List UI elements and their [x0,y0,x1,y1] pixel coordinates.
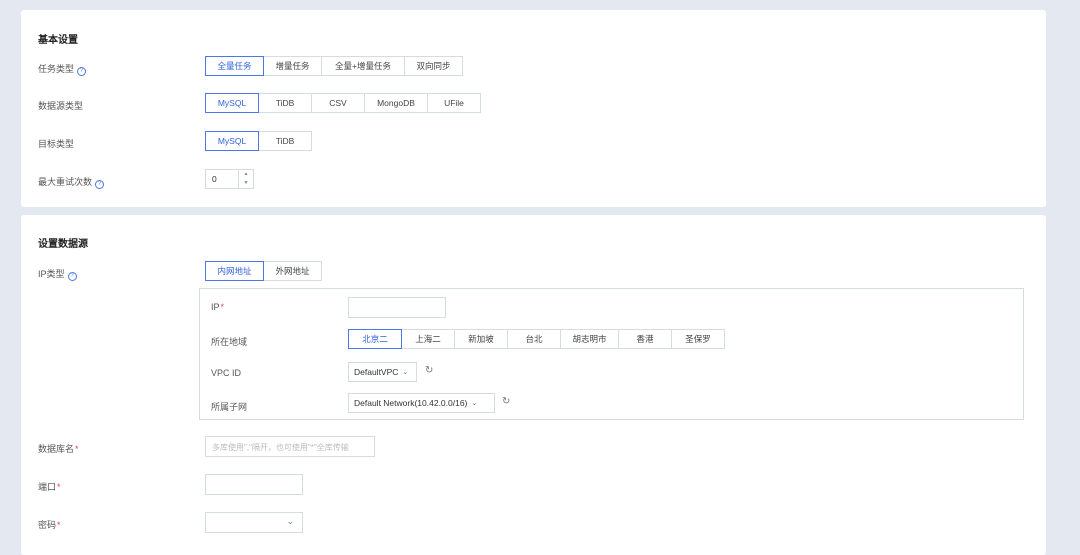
help-icon[interactable]: ? [67,272,77,281]
source-type-selector: MySQL TiDB CSV MongoDB UFile [205,93,481,113]
task-type-option-bidirectional[interactable]: 双向同步 [404,56,463,76]
vpc-select[interactable]: DefaultVPC ⌄ [348,362,417,382]
ip-type-option-internal[interactable]: 内网地址 [205,261,264,281]
region-option-beijing2[interactable]: 北京二 [348,329,402,349]
password-label: 密码* [38,520,61,530]
ip-type-label: IP类型? [38,267,77,281]
data-source-card: 设置数据源 IP类型? 内网地址 外网地址 IP* 所在地域 北京二 上海二 新… [21,215,1046,555]
region-option-hochiminh[interactable]: 胡志明市 [560,329,619,349]
region-option-singapore[interactable]: 新加坡 [454,329,508,349]
task-type-option-full-incremental[interactable]: 全量+增量任务 [321,56,405,76]
refresh-icon[interactable]: ↻ [502,396,510,407]
target-type-label: 目标类型 [38,139,75,149]
database-placeholder: 多库使用","隔开，也可使用"*"全库传输 [212,443,349,452]
database-label: 数据库名* [38,444,79,454]
task-type-option-full[interactable]: 全量任务 [205,56,264,76]
max-retry-stepper[interactable]: 0 ▲ ▼ [205,169,254,189]
region-option-saopaulo[interactable]: 圣保罗 [671,329,725,349]
task-type-option-incremental[interactable]: 增量任务 [263,56,322,76]
subnet-value: Default Network(10.42.0.0/16) [354,398,468,408]
help-icon[interactable]: ? [95,180,105,189]
help-icon[interactable]: ? [77,67,87,76]
basic-settings-card: 基本设置 任务类型? 全量任务 增量任务 全量+增量任务 双向同步 数据源类型 … [21,10,1046,207]
increment-icon[interactable]: ▲ [239,170,253,179]
max-retry-label: 最大重试次数? [38,175,105,189]
database-input[interactable]: 多库使用","隔开，也可使用"*"全库传输 [205,436,375,457]
password-input[interactable]: ⌄ [205,512,303,533]
source-type-option-ufile[interactable]: UFile [427,93,481,113]
region-selector: 北京二 上海二 新加坡 台北 胡志明市 香港 圣保罗 [348,329,725,349]
source-type-option-mongodb[interactable]: MongoDB [364,93,428,113]
internal-network-panel: IP* 所在地域 北京二 上海二 新加坡 台北 胡志明市 香港 圣保罗 VPC … [199,288,1024,420]
chevron-down-icon: ⌄ [402,369,409,376]
max-retry-value[interactable]: 0 [212,174,217,184]
vpc-value: DefaultVPC [354,367,399,377]
source-type-option-tidb[interactable]: TiDB [258,93,312,113]
target-type-option-mysql[interactable]: MySQL [205,131,259,151]
ip-type-option-external[interactable]: 外网地址 [263,261,322,281]
task-type-label: 任务类型? [38,62,87,76]
subnet-label: 所属子网 [211,402,248,412]
chevron-down-icon[interactable]: ⌄ [286,516,294,527]
subnet-select[interactable]: Default Network(10.42.0.0/16) ⌄ [348,393,495,413]
region-option-taipei[interactable]: 台北 [507,329,561,349]
port-input[interactable] [205,474,303,495]
vpc-label: VPC ID [211,368,242,378]
source-type-option-csv[interactable]: CSV [311,93,365,113]
decrement-icon[interactable]: ▼ [239,179,253,188]
data-source-title: 设置数据源 [38,239,88,250]
chevron-down-icon: ⌄ [471,400,478,407]
ip-input[interactable] [348,297,446,318]
region-option-hongkong[interactable]: 香港 [618,329,672,349]
source-type-option-mysql[interactable]: MySQL [205,93,259,113]
ip-type-selector: 内网地址 外网地址 [205,261,322,281]
refresh-icon[interactable]: ↻ [425,365,433,376]
region-option-shanghai2[interactable]: 上海二 [401,329,455,349]
task-type-selector: 全量任务 增量任务 全量+增量任务 双向同步 [205,56,463,76]
basic-settings-title: 基本设置 [38,35,78,46]
port-label: 端口* [38,482,61,492]
target-type-option-tidb[interactable]: TiDB [258,131,312,151]
source-type-label: 数据源类型 [38,101,84,111]
stepper-arrows: ▲ ▼ [238,170,253,188]
target-type-selector: MySQL TiDB [205,131,312,151]
ip-label: IP* [211,302,225,312]
region-label: 所在地域 [211,337,248,347]
